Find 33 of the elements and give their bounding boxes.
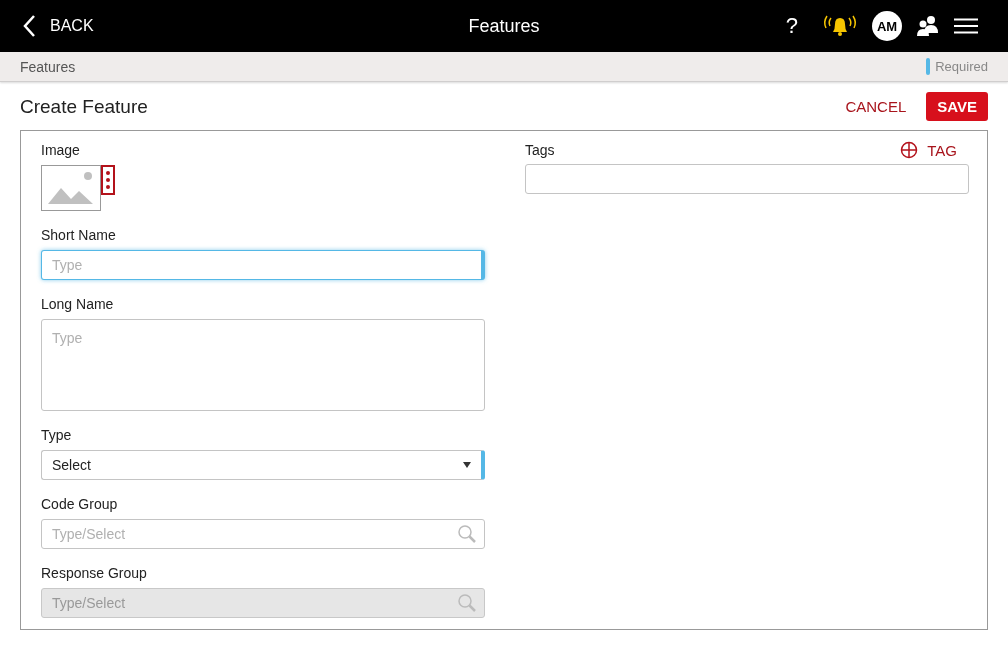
dropdown[interactable]: Select: [41, 450, 485, 480]
search-icon: [457, 593, 477, 613]
text-field[interactable]: Type: [41, 250, 485, 280]
add-tag-button[interactable]: TAG: [900, 141, 957, 159]
help-button[interactable]: ?: [785, 13, 798, 39]
breadcrumb-link[interactable]: Features: [20, 58, 76, 75]
menu-icon[interactable]: [954, 18, 978, 34]
users-icon[interactable]: [916, 15, 940, 37]
image-placeholder-icon[interactable]: [41, 165, 101, 211]
user-avatar[interactable]: AM: [872, 11, 902, 41]
field-label: Type: [41, 426, 73, 444]
text-area[interactable]: Type: [41, 319, 485, 411]
field-label: Short Name: [41, 226, 117, 244]
save-button[interactable]: SAVE: [926, 92, 988, 121]
bell-icon[interactable]: [822, 14, 858, 38]
back-button[interactable]: BACK: [22, 14, 94, 38]
search-icon: [457, 524, 477, 544]
plus-circle-icon: [900, 141, 919, 159]
field-label: Image: [41, 141, 81, 159]
more-options-icon[interactable]: [101, 165, 115, 195]
form-title: Create Feature: [20, 95, 148, 118]
caret-icon: [463, 462, 471, 468]
page-title: Features: [467, 15, 541, 37]
field-label: Tags: [525, 141, 555, 159]
required-legend: Required: [935, 59, 988, 74]
cancel-button[interactable]: CANCEL: [845, 98, 907, 115]
search-field[interactable]: Type/Select: [41, 519, 485, 549]
chevron-left-icon: [22, 14, 36, 38]
field-label: Code Group: [41, 495, 119, 513]
field-label: Long Name: [41, 295, 115, 313]
field-label: Response Group: [41, 564, 148, 582]
required-marker: [926, 58, 931, 75]
tags-field[interactable]: [525, 164, 969, 194]
